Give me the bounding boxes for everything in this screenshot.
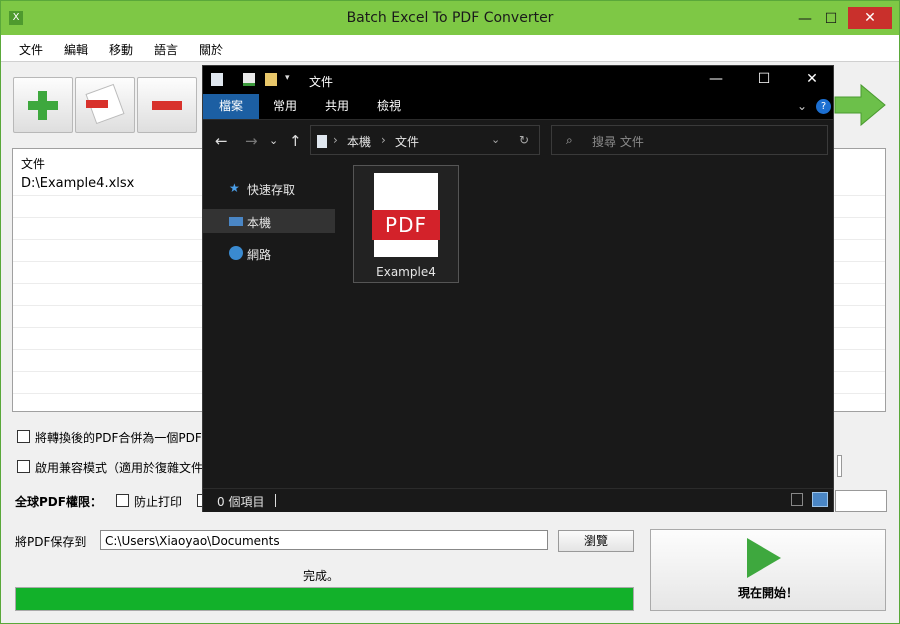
refresh-icon[interactable]: ↻: [519, 133, 529, 147]
menu-move[interactable]: 移動: [109, 41, 133, 58]
explorer-minimize-button[interactable]: —: [701, 71, 731, 87]
menu-bar: 文件 編輯 移動 語言 關於: [1, 35, 899, 62]
permissions-label: 全球PDF權限：: [15, 495, 102, 509]
sidebar-item-label: 快速存取: [247, 183, 296, 197]
save-path-input[interactable]: C:\Users\Xiaoyao\Documents: [100, 530, 548, 550]
status-text: 完成。: [302, 569, 339, 583]
pc-icon: [317, 135, 327, 148]
large-icons-view-icon[interactable]: [812, 492, 828, 507]
sidebar-item-this-pc[interactable]: 本機: [203, 209, 335, 233]
merge-label: 將轉換後的PDF合併為一個PDF: [35, 431, 202, 445]
recent-chevron-icon[interactable]: ⌄: [269, 134, 278, 147]
minimize-button[interactable]: —: [793, 9, 817, 29]
breadcrumb-documents[interactable]: 文件: [395, 133, 419, 150]
progress-bar: [15, 587, 634, 611]
file-explorer-window: ▾ 文件 — ☐ ✕ 檔案 常用 共用 檢視 ⌄ ? ← → ⌄ ↑ › 本機 …: [202, 65, 834, 512]
explorer-title-bar[interactable]: ▾ 文件 — ☐ ✕: [203, 66, 833, 94]
navigation-pane: ★ 快速存取 本機 網路: [203, 160, 335, 488]
window-title: Batch Excel To PDF Converter: [346, 10, 554, 26]
folder-doc-icon: [211, 73, 223, 86]
progress-fill: [16, 588, 633, 610]
browse-button[interactable]: 瀏覽: [558, 530, 634, 552]
compat-label: 啟用兼容模式（適用於復雜文件）: [35, 461, 216, 475]
star-icon: ★: [229, 181, 240, 195]
properties-icon[interactable]: [243, 73, 255, 86]
file-view: PDF Example4: [335, 160, 833, 488]
compat-checkbox[interactable]: [17, 460, 30, 473]
search-placeholder: 搜尋 文件: [592, 135, 644, 149]
menu-edit[interactable]: 編輯: [64, 41, 88, 58]
tab-file[interactable]: 檔案: [203, 94, 259, 119]
no-print-label: 防止打印: [134, 495, 183, 509]
item-count: 0 個項目: [217, 495, 265, 509]
file-path: D:\Example4.xlsx: [21, 176, 135, 191]
explorer-status-bar: 0 個項目: [203, 488, 833, 512]
file-list-header: 文件: [21, 157, 46, 171]
address-dropdown-icon[interactable]: ⌄: [491, 133, 500, 146]
remove-all-button[interactable]: [137, 77, 197, 133]
menu-file[interactable]: 文件: [19, 41, 43, 58]
start-button[interactable]: 現在開始！: [650, 529, 886, 611]
up-icon[interactable]: ↑: [289, 132, 302, 150]
start-button-label: 現在開始！: [737, 586, 798, 600]
explorer-close-button[interactable]: ✕: [797, 71, 827, 87]
menu-about[interactable]: 關於: [199, 41, 223, 58]
tab-share[interactable]: 共用: [311, 94, 363, 119]
explorer-title: 文件: [309, 75, 334, 89]
merge-checkbox[interactable]: [17, 430, 30, 443]
breadcrumb-separator-2: ›: [381, 133, 386, 147]
explorer-maximize-button[interactable]: ☐: [749, 71, 779, 87]
no-print-checkbox[interactable]: [116, 494, 129, 507]
address-bar[interactable]: › 本機 › 文件 ⌄ ↻: [310, 125, 540, 155]
breadcrumb-separator: ›: [333, 133, 338, 147]
new-folder-icon[interactable]: [265, 73, 277, 86]
file-item[interactable]: PDF Example4: [353, 165, 459, 283]
save-label: 將PDF保存到: [15, 535, 87, 549]
menu-language[interactable]: 語言: [154, 41, 178, 58]
title-bar[interactable]: X Batch Excel To PDF Converter — ☐ ✕: [1, 1, 899, 35]
pdf-badge: PDF: [372, 210, 440, 240]
dropdown-icon[interactable]: ▾: [285, 73, 295, 86]
password-field[interactable]: [835, 490, 887, 512]
ribbon-tabs: 檔案 常用 共用 檢視 ⌄ ?: [203, 94, 833, 120]
help-icon[interactable]: ?: [816, 99, 831, 114]
details-view-icon[interactable]: [791, 493, 803, 506]
file-name: Example4: [376, 265, 436, 279]
computer-icon: [229, 217, 243, 226]
remove-mark-icon: [86, 100, 108, 108]
sidebar-item-quick-access[interactable]: ★ 快速存取: [203, 176, 335, 200]
remove-file-button[interactable]: [75, 77, 135, 133]
maximize-button[interactable]: ☐: [819, 9, 843, 29]
breadcrumb-this-pc[interactable]: 本機: [347, 133, 371, 150]
minus-icon: [152, 101, 182, 110]
chevron-down-icon[interactable]: ⌄: [793, 94, 811, 119]
status-divider: [275, 494, 276, 507]
back-icon[interactable]: ←: [215, 132, 228, 150]
forward-icon[interactable]: →: [245, 132, 258, 150]
pdf-file-icon: PDF: [372, 173, 440, 257]
tab-home[interactable]: 常用: [259, 94, 311, 119]
tab-view[interactable]: 檢視: [363, 94, 415, 119]
next-arrow-icon[interactable]: [833, 83, 887, 127]
play-icon: [747, 538, 781, 578]
sidebar-item-label: 網路: [247, 248, 272, 262]
add-file-button[interactable]: [13, 77, 73, 133]
sidebar-item-label: 本機: [247, 216, 272, 230]
option-field-edge[interactable]: [837, 455, 842, 477]
sidebar-item-network[interactable]: 網路: [203, 241, 335, 265]
close-button[interactable]: ✕: [848, 7, 892, 29]
search-box[interactable]: ⌕ 搜尋 文件: [551, 125, 828, 155]
plus-icon-vertical: [38, 91, 47, 120]
navigation-bar: ← → ⌄ ↑ › 本機 › 文件 ⌄ ↻ ⌕ 搜尋 文件: [203, 120, 833, 160]
search-icon: ⌕: [566, 133, 573, 147]
network-icon: [229, 246, 243, 260]
